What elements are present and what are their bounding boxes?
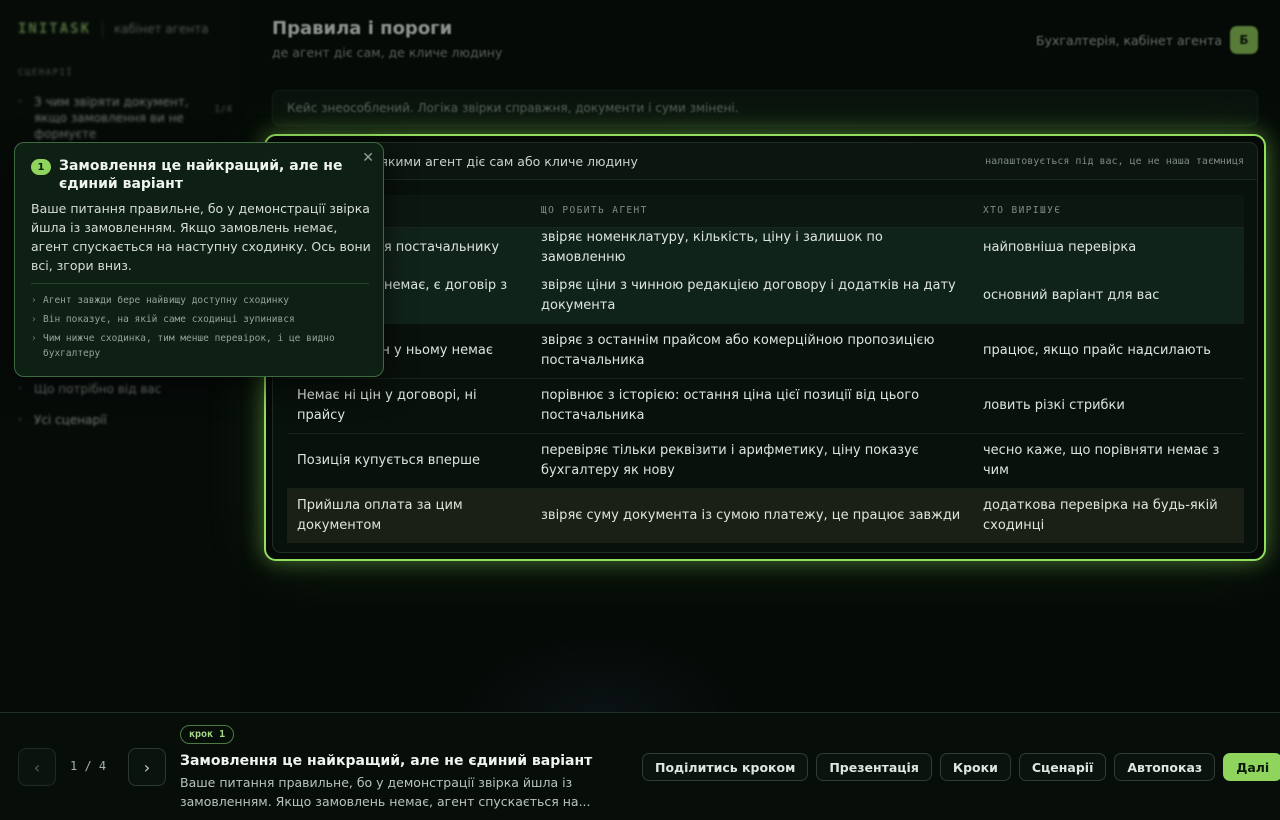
bullet-text: Він показує, на якій саме сходинці зупин… xyxy=(43,314,295,325)
cell-decides: основний варіант для вас xyxy=(973,268,1244,324)
table-row: Немає ні цін у договорі, ні прайсу порів… xyxy=(287,378,1244,434)
tour-bottom-bar: ‹ 1 / 4 › крок 1 Замовлення це найкращий… xyxy=(0,712,1280,820)
anonymized-notice: Кейс знеособлений. Логіка звірки справжн… xyxy=(272,90,1258,126)
sidebar-item-label: Усі сценарії xyxy=(34,413,107,427)
chevron-right-icon: › xyxy=(143,757,151,777)
cell-action: звіряє з останнім прайсом або комерційно… xyxy=(531,323,973,379)
bullet-text: Агент завжди бере найвищу доступну сходи… xyxy=(43,295,289,306)
cell-decides: ловить різкі стрибки xyxy=(973,378,1244,434)
brand: INITASK кабінет агента xyxy=(18,21,209,37)
presentation-button[interactable]: Презентація xyxy=(816,753,932,781)
chevron-right-icon: › xyxy=(31,314,37,325)
page-header: Правила і пороги де агент діє сам, де кл… xyxy=(272,18,502,60)
step-title: Замовлення це найкращий, але не єдиний в… xyxy=(180,753,593,769)
table-row: Прийшла оплата за цим документом звіряє … xyxy=(287,488,1244,543)
page-title: Правила і пороги xyxy=(272,18,453,39)
chevron-right-icon: › xyxy=(18,96,22,107)
tooltip-body: Ваше питання правильне, бо у демонстраці… xyxy=(31,201,371,273)
sidebar-item-scenario[interactable]: › З чим звіряти документ, якщо замовленн… xyxy=(18,94,232,142)
cell-action: порівнює з історією: остання ціна цієї п… xyxy=(531,378,973,434)
sidebar-item-all-scenarios[interactable]: › Усі сценарії xyxy=(18,412,206,428)
table-row: Договір є, цін у ньому немає звіряє з ос… xyxy=(287,323,1244,379)
list-item: › Він показує, на якій саме сходинці зупи… xyxy=(31,312,371,327)
chevron-right-icon: › xyxy=(31,295,37,306)
table-header-row: ДЖЕРЕЛО ЩО РОБИТЬ АГЕНТ ХТО ВИРІШУЄ xyxy=(287,195,1244,228)
chevron-right-icon: › xyxy=(31,333,37,344)
sidebar-section-label: СЦЕНАРІЇ xyxy=(18,68,74,78)
cell-decides: додаткова перевірка на будь-якій сходинц… xyxy=(973,488,1244,543)
page-subtitle: де агент діє сам, де кличе людину xyxy=(272,45,503,60)
brand-subtitle: кабінет агента xyxy=(114,22,209,36)
list-item: › Агент завжди бере найвищу доступну сход… xyxy=(31,293,371,308)
table-row: Є замовлення постачальнику звіряє номенк… xyxy=(287,227,1244,269)
brand-divider xyxy=(102,21,104,37)
tooltip-divider xyxy=(31,283,369,284)
column-header-decides: ХТО ВИРІШУЄ xyxy=(973,195,1244,228)
steps-button[interactable]: Кроки xyxy=(939,753,1011,781)
table-row: Позиція купується вперше перевіряє тільк… xyxy=(287,433,1244,489)
chevron-left-icon: ‹ xyxy=(33,757,41,777)
sidebar-item-label: Що потрібно від вас xyxy=(34,382,162,396)
scenarios-button[interactable]: Сценарії xyxy=(1018,753,1107,781)
cell-decides: найповніша перевірка xyxy=(973,227,1244,269)
cell-source: Прийшла оплата за цим документом xyxy=(287,488,531,543)
share-step-button[interactable]: Поділитись кроком xyxy=(642,753,809,781)
next-step-arrow-button[interactable]: › xyxy=(128,748,166,786)
list-item: › Чим нижче сходинка, тим менше перевірок… xyxy=(31,331,371,361)
tooltip-title: Замовлення це найкращий, але не єдиний в… xyxy=(59,158,343,192)
tooltip-bullets: › Агент завжди бере найвищу доступну сход… xyxy=(31,293,371,365)
cell-source: Немає ні цін у договорі, ні прайсу xyxy=(287,378,531,434)
step-tooltip: 1 Замовлення це найкращий, але не єдиний… xyxy=(14,142,384,377)
step-badge: крок 1 xyxy=(180,725,235,744)
cell-action: перевіряє тільки реквізити і арифметику,… xyxy=(531,433,973,489)
cell-decides: чесно каже, що порівняти немає з чим xyxy=(973,433,1244,489)
sidebar-item-label: З чим звіряти документ, якщо замовлення … xyxy=(34,95,189,141)
close-icon[interactable]: ✕ xyxy=(362,150,374,166)
chevron-right-icon: › xyxy=(18,414,22,425)
user-menu[interactable]: Бухгалтерія, кабінет агента Б xyxy=(1036,26,1258,54)
previous-step-button[interactable]: ‹ xyxy=(18,748,56,786)
cell-action: звіряє суму документа із сумою платежу, … xyxy=(531,488,973,543)
rules-table: ДЖЕРЕЛО ЩО РОБИТЬ АГЕНТ ХТО ВИРІШУЄ Є за… xyxy=(287,195,1244,543)
cell-decides: працює, якщо прайс надсилають xyxy=(973,323,1244,379)
cell-source: Позиція купується вперше xyxy=(287,433,531,489)
tour-actions: Поділитись кроком Презентація Кроки Сцен… xyxy=(642,753,1280,781)
rules-card-header: Правила, за якими агент діє сам або клич… xyxy=(273,143,1257,180)
autoplay-button[interactable]: Автопоказ xyxy=(1114,753,1216,781)
column-header-action: ЩО РОБИТЬ АГЕНТ xyxy=(531,195,973,228)
table-row: Замовлення немає, є договір з цінами зві… xyxy=(287,268,1244,324)
sidebar-item-requirements[interactable]: › Що потрібно від вас xyxy=(18,381,206,397)
chevron-right-icon: › xyxy=(18,383,22,394)
rules-card: Правила, за якими агент діє сам або клич… xyxy=(272,142,1258,553)
cell-action: звіряє номенклатуру, кількість, ціну і з… xyxy=(531,227,973,269)
bullet-text: Чим нижче сходинка, тим менше перевірок,… xyxy=(43,333,335,359)
cell-action: звіряє ціни з чинною редакцією договору … xyxy=(531,268,973,324)
sidebar-item-count: 1/4 xyxy=(214,104,233,115)
user-name: Бухгалтерія, кабінет агента xyxy=(1036,32,1222,48)
page-counter: 1 / 4 xyxy=(70,759,107,773)
step-description: Ваше питання правильне, бо у демонстраці… xyxy=(180,775,591,809)
avatar[interactable]: Б xyxy=(1230,26,1258,54)
rules-card-note: налаштовується під вас, це не наша таємн… xyxy=(985,155,1244,167)
step-number-badge: 1 xyxy=(31,159,51,175)
next-button[interactable]: Далі xyxy=(1223,753,1280,781)
app-logo: INITASK xyxy=(18,21,92,37)
